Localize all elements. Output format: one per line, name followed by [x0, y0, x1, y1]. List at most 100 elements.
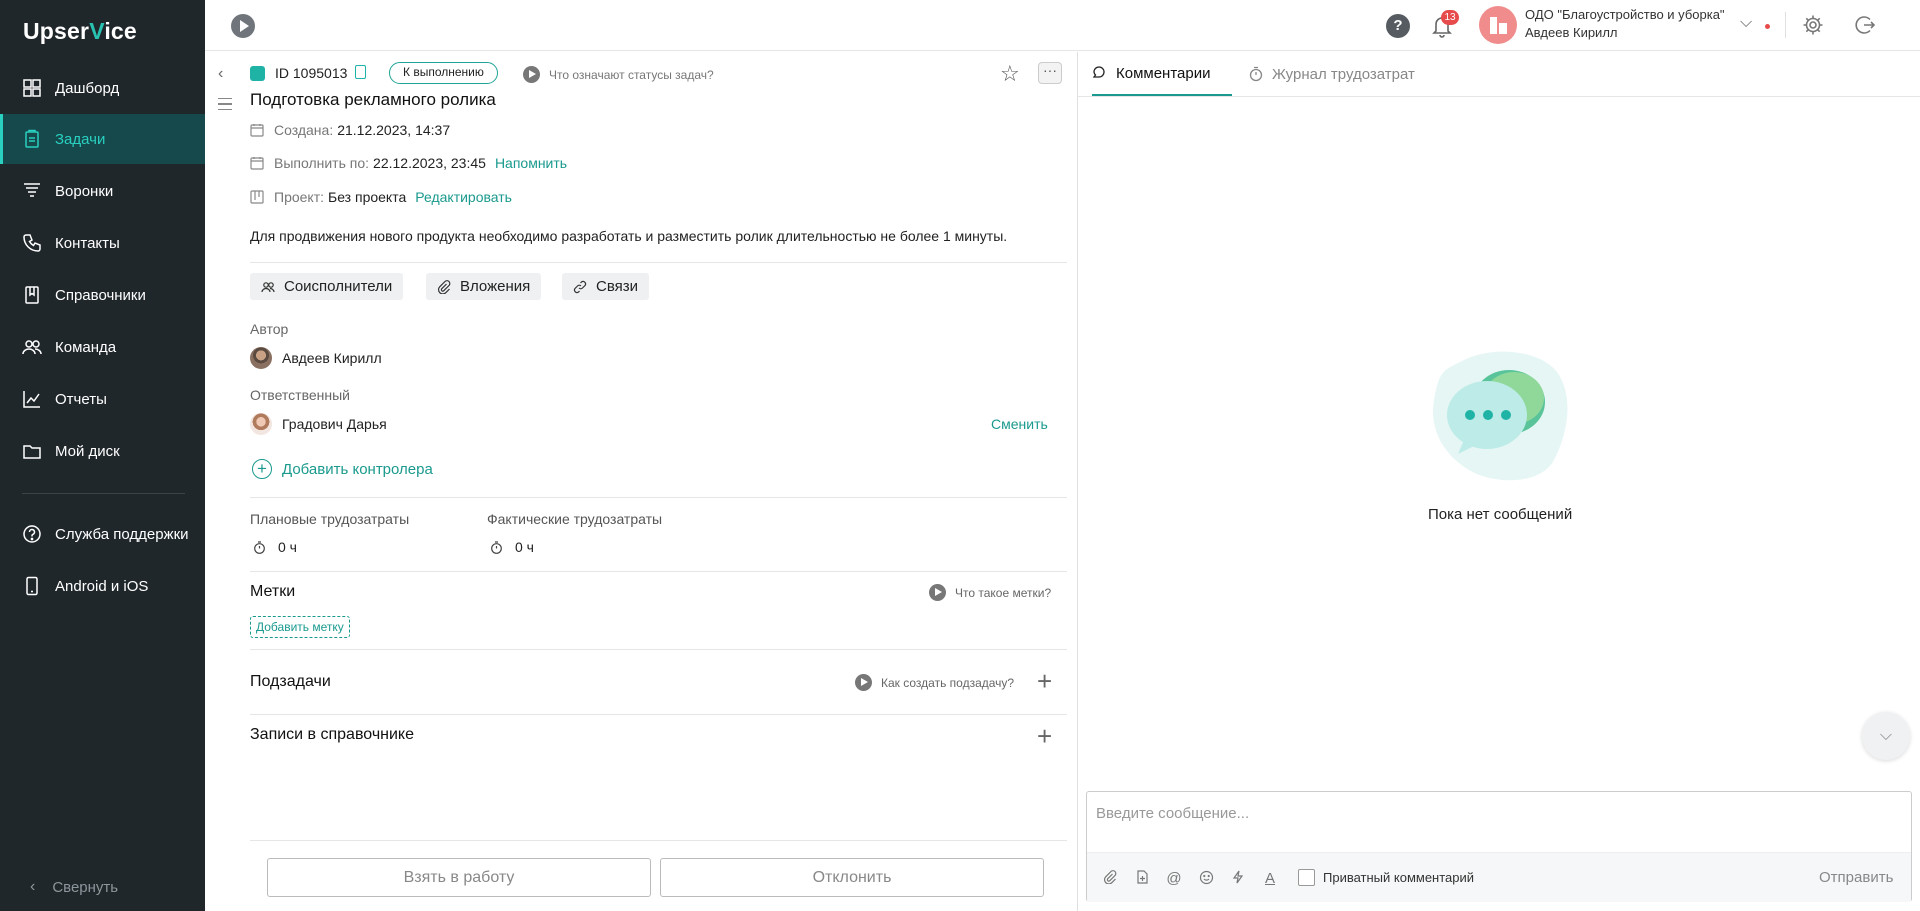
sidebar-item-label: Справочники [55, 286, 146, 304]
scroll-down-button[interactable]: ⌵ [1862, 712, 1910, 760]
tab-journal-label: Журнал трудозатрат [1272, 65, 1415, 83]
folder-icon [23, 445, 41, 459]
mention-icon[interactable]: @ [1165, 870, 1183, 888]
paperclip-icon [437, 279, 451, 294]
sidebar-item-mobile-apps[interactable]: Android и iOS [0, 561, 205, 611]
file-icon[interactable] [1133, 870, 1151, 888]
remind-link[interactable]: Напомнить [495, 155, 567, 171]
play-icon [855, 674, 872, 691]
author-name: Авдеев Кирилл [282, 350, 382, 366]
play-icon [929, 584, 946, 601]
current-user-name[interactable]: Авдеев Кирилл [1525, 25, 1618, 40]
app-root: UpserVice Дашборд Задачи Воронки Контакт… [0, 0, 1920, 911]
org-name[interactable]: ОДО "Благоустройство и уборка" [1525, 7, 1725, 22]
due-row: Выполнить по: 22.12.2023, 23:45 Напомнит… [250, 155, 567, 171]
play-icon [523, 66, 540, 83]
topbar-divider [1785, 12, 1786, 38]
task-description[interactable]: Для продвижения нового продукта необходи… [250, 228, 1007, 244]
sidebar-item-funnels[interactable]: Воронки [0, 166, 205, 216]
help-icon[interactable]: ? [1386, 14, 1410, 38]
sidebar: UpserVice Дашборд Задачи Воронки Контакт… [0, 0, 205, 911]
sidebar-item-reports[interactable]: Отчеты [0, 374, 205, 424]
created-value: 21.12.2023, 14:37 [337, 122, 451, 138]
star-icon[interactable]: ☆ [1000, 61, 1020, 87]
phone-contacts-icon [23, 234, 41, 252]
reject-button[interactable]: Отклонить [660, 858, 1044, 897]
add-controller-button[interactable]: + Добавить контролера [252, 459, 433, 479]
add-tag-button[interactable]: Добавить метку [250, 616, 350, 638]
sidebar-item-support[interactable]: Служба поддержки [0, 509, 205, 559]
private-comment-checkbox[interactable]: Приватный комментарий [1298, 869, 1474, 886]
coexecutors-button[interactable]: Соисполнители [250, 273, 404, 300]
more-options-button[interactable]: ··· [1038, 62, 1062, 84]
app-logo[interactable]: UpserVice [23, 18, 137, 45]
logout-icon[interactable] [1853, 14, 1875, 36]
planned-effort[interactable]: 0 ч [253, 539, 297, 555]
due-value[interactable]: 22.12.2023, 23:45 [373, 155, 486, 171]
task-id: ID 1095013 [275, 65, 348, 81]
task-type-icon [250, 66, 265, 81]
sidebar-item-references[interactable]: Справочники [0, 270, 205, 320]
take-to-work-button[interactable]: Взять в работу [267, 858, 651, 897]
stopwatch-icon [1249, 66, 1263, 82]
responsible-avatar [250, 413, 272, 435]
records-title: Записи в справочнике [250, 726, 415, 743]
coexecutors-label: Соисполнители [284, 278, 393, 295]
back-chevron-icon[interactable]: ‹ [218, 65, 223, 83]
edit-project-link[interactable]: Редактировать [415, 189, 512, 205]
book-icon [25, 286, 39, 304]
attachments-label: Вложения [460, 278, 531, 295]
change-responsible-link[interactable]: Сменить [991, 416, 1048, 432]
add-subtask-plus-icon[interactable]: + [1037, 668, 1052, 694]
chevron-down-icon[interactable]: ⌵ [1740, 14, 1752, 32]
due-label: Выполнить по: [274, 155, 370, 171]
project-label: Проект: [274, 189, 325, 205]
help-icon [23, 525, 41, 543]
sidebar-collapse-button[interactable]: ‹ Свернуть [30, 878, 118, 896]
sidebar-item-my-disk[interactable]: Мой диск [0, 426, 205, 476]
author-person[interactable]: Авдеев Кирилл [250, 347, 382, 369]
play-video-icon[interactable] [231, 14, 255, 38]
responsible-person[interactable]: Градович Дарья [250, 413, 387, 435]
divider [250, 649, 1067, 650]
empty-state-text: Пока нет сообщений [1428, 506, 1573, 523]
sidebar-item-tasks[interactable]: Задачи [0, 114, 205, 164]
status-badge[interactable]: К выполнению [389, 62, 498, 84]
sidebar-item-team[interactable]: Команда [0, 322, 205, 372]
lightning-icon[interactable] [1229, 870, 1247, 888]
attachments-button[interactable]: Вложения [426, 273, 542, 300]
text-format-icon[interactable]: A [1261, 870, 1279, 888]
sidebar-item-label: Воронки [55, 182, 114, 200]
sidebar-item-contacts[interactable]: Контакты [0, 218, 205, 268]
send-button[interactable]: Отправить [1819, 869, 1893, 886]
attach-icon[interactable] [1101, 870, 1119, 888]
add-controller-label: Добавить контролера [282, 460, 433, 478]
composer-toolbar: @ A Приватный комментарий Отправить [1087, 852, 1911, 902]
status-help-link[interactable]: Что означают статусы задач? [523, 66, 714, 83]
sidebar-item-label: Контакты [55, 234, 120, 252]
links-button[interactable]: Связи [562, 273, 650, 300]
tab-comments[interactable]: Комментарии [1092, 52, 1232, 96]
subtasks-help-link[interactable]: Как создать подзадачу? [855, 674, 1014, 691]
tags-help-link[interactable]: Что такое метки? [929, 584, 1051, 601]
divider [250, 714, 1067, 715]
tab-effort-journal[interactable]: Журнал трудозатрат [1248, 52, 1415, 96]
project-value: Без проекта [328, 189, 407, 205]
calendar-icon [250, 124, 264, 137]
created-row: Создана: 21.12.2023, 14:37 [250, 122, 450, 138]
tags-title: Метки [250, 583, 296, 600]
message-input[interactable] [1096, 802, 1796, 824]
checkbox[interactable] [1298, 869, 1315, 886]
sidebar-item-label: Служба поддержки [55, 525, 189, 543]
links-label: Связи [596, 278, 639, 295]
project-board-icon [250, 190, 264, 204]
menu-icon[interactable] [218, 98, 232, 110]
status-help-label: Что означают статусы задач? [549, 67, 714, 82]
gear-icon[interactable] [1802, 14, 1824, 36]
subtasks-help-label: Как создать подзадачу? [881, 675, 1015, 690]
sidebar-item-dashboard[interactable]: Дашборд [0, 63, 205, 113]
add-record-plus-icon[interactable]: + [1037, 723, 1052, 749]
copy-icon[interactable] [355, 65, 366, 79]
emoji-icon[interactable] [1197, 870, 1215, 888]
org-avatar[interactable] [1479, 6, 1517, 44]
